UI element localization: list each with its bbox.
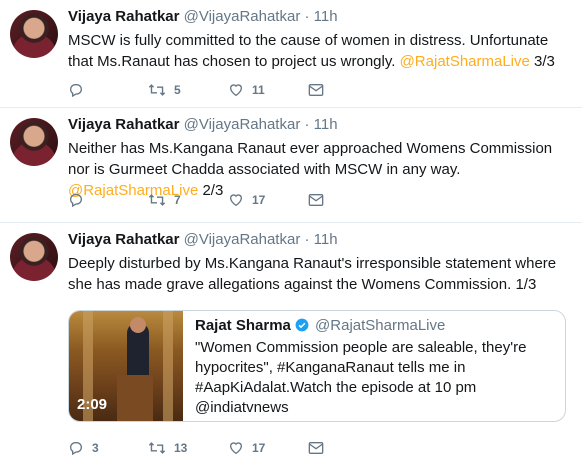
tweet-3[interactable]: Vijaya Rahatkar @VijayaRahatkar · 11h De… (0, 223, 582, 464)
quoted-tweet[interactable]: 2:09 Rajat Sharma @RajatSharmaLive "Wome… (68, 310, 566, 422)
message-icon (308, 194, 324, 206)
quoted-header: Rajat Sharma @RajatSharmaLive (195, 317, 445, 334)
like-button[interactable]: 17 (228, 192, 308, 208)
tweet-text-main: Deeply disturbed by Ms.Kangana Ranaut's … (68, 255, 557, 293)
retweet-count: 7 (174, 193, 181, 207)
reply-button[interactable]: 3 (68, 440, 148, 456)
retweet-icon (148, 194, 166, 206)
reply-count: 3 (92, 441, 99, 455)
thumbnail-podium (117, 375, 153, 421)
verified-icon (295, 318, 309, 332)
tweet-2[interactable]: Vijaya Rahatkar @VijayaRahatkar · 11h Ne… (0, 108, 582, 223)
like-count: 17 (252, 193, 266, 207)
tweet-actions: 5 11 (68, 80, 324, 100)
message-button[interactable] (308, 441, 324, 455)
retweet-icon (148, 442, 166, 454)
message-icon (308, 84, 324, 96)
like-icon (229, 84, 243, 97)
like-count: 11 (252, 83, 265, 97)
retweet-icon (148, 84, 166, 96)
message-button[interactable] (308, 193, 324, 207)
like-button[interactable]: 17 (228, 440, 308, 456)
thumbnail-face (130, 317, 146, 333)
tweet-1[interactable]: Vijaya Rahatkar @VijayaRahatkar · 11h MS… (0, 0, 582, 108)
avatar[interactable] (10, 233, 58, 281)
message-button[interactable] (308, 83, 324, 97)
thumbnail-pillar (163, 311, 173, 421)
quoted-text: "Women Commission people are saleable, t… (195, 339, 527, 416)
tweet-text: Deeply disturbed by Ms.Kangana Ranaut's … (68, 253, 568, 295)
avatar[interactable] (10, 10, 58, 58)
tweet-actions: 3 13 17 (68, 438, 324, 458)
author-name[interactable]: Vijaya Rahatkar (68, 116, 179, 133)
video-thumbnail[interactable]: 2:09 (69, 311, 183, 421)
author-name[interactable]: Vijaya Rahatkar (68, 8, 179, 25)
timestamp[interactable]: 11h (314, 116, 338, 133)
tweet-header: Vijaya Rahatkar @VijayaRahatkar · 11h (68, 8, 338, 25)
timestamp[interactable]: 11h (314, 8, 338, 25)
author-name[interactable]: Vijaya Rahatkar (68, 231, 179, 248)
video-duration: 2:09 (77, 396, 108, 413)
retweet-button[interactable]: 7 (148, 192, 228, 208)
like-count: 17 (252, 441, 266, 455)
timestamp[interactable]: 11h (314, 231, 338, 248)
author-handle[interactable]: @VijayaRahatkar (184, 231, 301, 248)
retweet-button[interactable]: 5 (148, 82, 228, 98)
retweet-count: 13 (174, 441, 188, 455)
author-handle[interactable]: @VijayaRahatkar (184, 116, 301, 133)
tweet-text: MSCW is fully committed to the cause of … (68, 30, 568, 72)
separator-dot: · (304, 116, 310, 133)
like-icon (229, 442, 243, 455)
like-icon (229, 194, 243, 207)
quoted-author-name[interactable]: Rajat Sharma (195, 317, 291, 334)
thread-count: 3/3 (529, 53, 555, 70)
separator-dot: · (304, 8, 310, 25)
separator-dot: · (304, 231, 310, 248)
message-icon (308, 442, 324, 454)
tweet-text-main: Neither has Ms.Kangana Ranaut ever appro… (68, 140, 553, 178)
tweet-header: Vijaya Rahatkar @VijayaRahatkar · 11h (68, 231, 338, 248)
tweet-actions: 7 17 (68, 190, 324, 210)
author-handle[interactable]: @VijayaRahatkar (184, 8, 301, 25)
mention-link[interactable]: @RajatSharmaLive (400, 53, 530, 70)
reply-button[interactable] (68, 82, 148, 98)
quoted-author-handle[interactable]: @RajatSharmaLive (315, 317, 445, 334)
avatar[interactable] (10, 118, 58, 166)
retweet-button[interactable]: 13 (148, 440, 228, 456)
reply-button[interactable] (68, 192, 148, 208)
like-button[interactable]: 11 (228, 82, 308, 98)
retweet-count: 5 (174, 83, 181, 97)
reply-icon (69, 194, 82, 208)
reply-icon (69, 84, 82, 98)
reply-icon (69, 442, 82, 456)
tweet-header: Vijaya Rahatkar @VijayaRahatkar · 11h (68, 116, 338, 133)
